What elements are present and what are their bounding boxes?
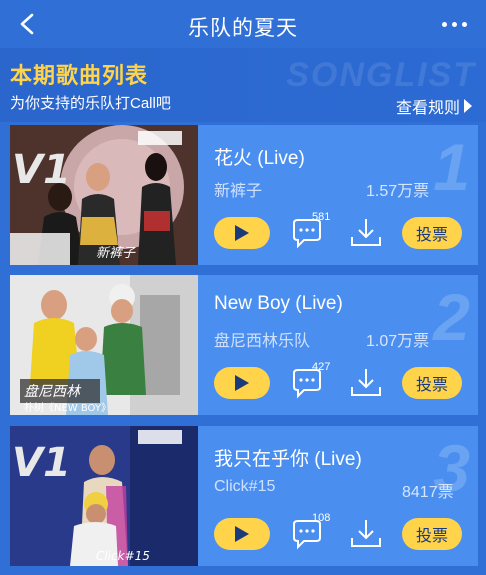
play-icon <box>235 375 249 391</box>
band-photo: V1 Click#15 <box>10 426 198 566</box>
song-card: 盘尼西林 朴树《NEW BOY》 2 New Boy (Live) 盘尼西林乐队… <box>10 275 478 415</box>
song-card: V1 新裤子 1 花火 (Live) 新裤子 1.57万票 581 投票 <box>10 125 478 265</box>
song-title: New Boy (Live) <box>214 293 343 314</box>
v1-badge-text: V1 <box>12 440 71 486</box>
vote-button[interactable]: 投票 <box>402 518 462 550</box>
rank-number: 2 <box>433 280 470 354</box>
play-button[interactable] <box>214 217 270 249</box>
download-button[interactable] <box>348 365 384 401</box>
download-button[interactable] <box>348 516 384 552</box>
comment-count: 581 <box>312 211 331 223</box>
download-button[interactable] <box>348 215 384 251</box>
songlist-title: 本期歌曲列表 <box>10 63 149 88</box>
songlist-subtitle: 为你支持的乐队打Call吧 <box>10 95 171 112</box>
photo-caption: 新裤子 <box>96 246 136 261</box>
song-card: V1 Click#15 3 我只在乎你 (Live) Click#15 8417… <box>10 426 478 566</box>
photo-subcaption: 朴树《NEW BOY》 <box>24 401 111 414</box>
play-button[interactable] <box>214 518 270 550</box>
play-icon <box>235 225 249 241</box>
view-rules-label: 查看规则 <box>395 100 460 117</box>
photo-caption: 盘尼西林 <box>24 384 82 400</box>
rank-number: 1 <box>433 130 470 204</box>
songlist-banner: SONGLIST 本期歌曲列表 为你支持的乐队打Call吧 查看规则 <box>0 48 486 122</box>
band-name: 盘尼西林乐队 <box>214 333 311 350</box>
band-photo: 盘尼西林 朴树《NEW BOY》 <box>10 275 198 415</box>
photo-caption: Click#15 <box>96 549 150 563</box>
vote-count: 8417票 <box>402 484 454 501</box>
banner-watermark: SONGLIST <box>286 56 476 94</box>
band-photo: V1 新裤子 <box>10 125 198 265</box>
vote-button[interactable]: 投票 <box>402 217 462 249</box>
caret-right-icon <box>464 99 472 113</box>
page-title: 乐队的夏天 <box>188 17 298 40</box>
more-options-button[interactable] <box>436 9 472 39</box>
vote-count: 1.07万票 <box>366 333 430 350</box>
vote-button[interactable]: 投票 <box>402 367 462 399</box>
vote-count: 1.57万票 <box>366 183 430 200</box>
comment-count: 427 <box>312 361 331 373</box>
more-dots-icon <box>441 21 447 27</box>
song-title: 花火 (Live) <box>214 148 305 169</box>
song-title: 我只在乎你 (Live) <box>214 449 362 470</box>
download-icon <box>351 219 381 246</box>
view-rules-link[interactable]: 查看规则 <box>396 94 472 118</box>
band-name: 新裤子 <box>214 183 263 200</box>
download-icon <box>351 520 381 547</box>
top-bar: 乐队的夏天 <box>0 0 486 48</box>
band-name: Click#15 <box>214 478 276 495</box>
comment-count: 108 <box>312 512 331 524</box>
play-button[interactable] <box>214 367 270 399</box>
play-icon <box>235 526 249 542</box>
download-icon <box>351 369 381 396</box>
